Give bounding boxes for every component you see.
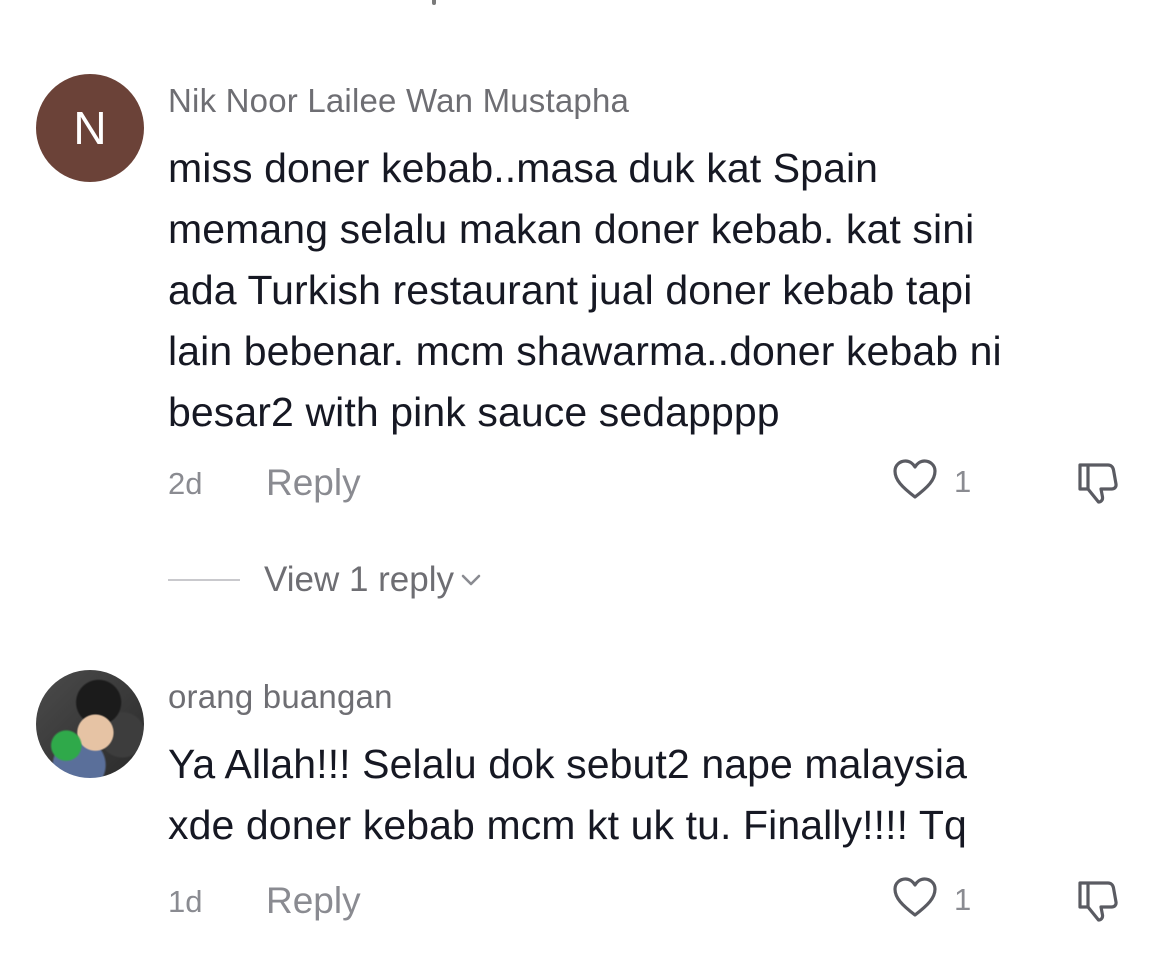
view-replies-label[interactable]: View 1 reply bbox=[264, 560, 454, 600]
comment-text: Ya Allah!!! Selalu dok sebut2 nape malay… bbox=[168, 734, 1138, 856]
avatar[interactable] bbox=[36, 670, 144, 778]
thumbs-down-outline-icon[interactable] bbox=[1072, 460, 1122, 511]
divider bbox=[168, 579, 240, 581]
comment-text-line: memang selalu makan doner kebab. kat sin… bbox=[168, 206, 975, 252]
reply-button[interactable]: Reply bbox=[266, 462, 361, 504]
comment-timestamp: 2d bbox=[168, 466, 203, 501]
like-button[interactable]: 1 bbox=[892, 458, 971, 505]
avatar[interactable]: N bbox=[36, 74, 144, 182]
comment-text-line: ada Turkish restaurant jual doner kebab … bbox=[168, 267, 973, 313]
comment-timestamp: 1d bbox=[168, 884, 203, 919]
view-replies[interactable]: View 1 reply bbox=[168, 560, 482, 600]
comment-text: miss doner kebab..masa duk kat Spain mem… bbox=[168, 138, 1138, 443]
like-button[interactable]: 1 bbox=[892, 876, 971, 923]
comment-text-line: xde doner kebab mcm kt uk tu. Finally!!!… bbox=[168, 802, 967, 848]
comment-text-line: besar2 with pink sauce sedapppp bbox=[168, 389, 780, 435]
reply-button[interactable]: Reply bbox=[266, 880, 361, 922]
scroll-indicator bbox=[432, 0, 436, 5]
like-count: 1 bbox=[954, 881, 972, 917]
like-count: 1 bbox=[954, 463, 972, 499]
comment-text-line: Ya Allah!!! Selalu dok sebut2 nape malay… bbox=[168, 741, 967, 787]
thumbs-down-outline-icon[interactable] bbox=[1072, 878, 1122, 929]
comment-text-line: miss doner kebab..masa duk kat Spain bbox=[168, 145, 879, 191]
comment-username[interactable]: orang buangan bbox=[168, 678, 393, 716]
comment-text-line: lain bebenar. mcm shawarma..doner kebab … bbox=[168, 328, 1002, 374]
heart-outline-icon bbox=[892, 458, 938, 505]
heart-outline-icon bbox=[892, 876, 938, 923]
comment-actions: 2d Reply 1 bbox=[168, 458, 1138, 508]
avatar-initial: N bbox=[73, 102, 107, 154]
comment-actions: 1d Reply 1 bbox=[168, 876, 1138, 926]
chevron-down-icon bbox=[460, 573, 482, 592]
comment-username[interactable]: Nik Noor Lailee Wan Mustapha bbox=[168, 82, 629, 120]
